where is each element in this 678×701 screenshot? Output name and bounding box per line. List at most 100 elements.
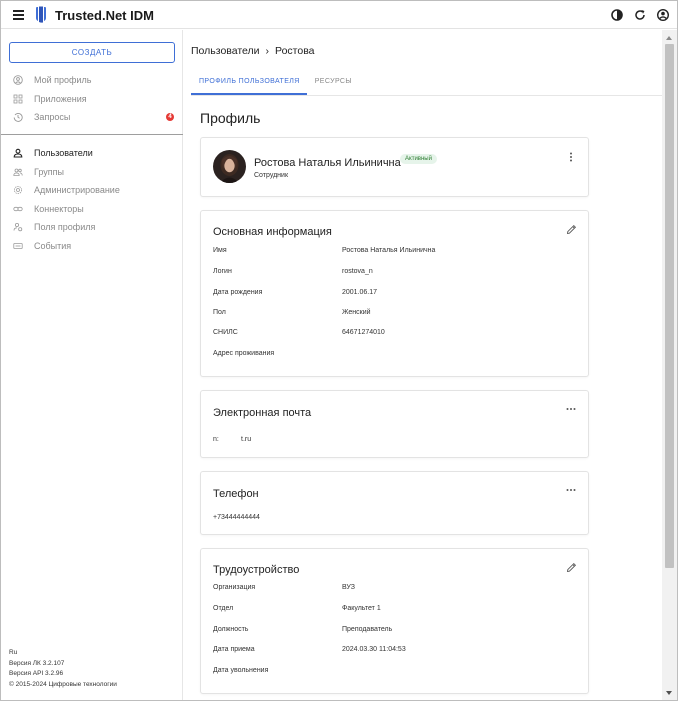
page-title: Профиль [200, 110, 261, 126]
field-label: Организация [213, 584, 256, 591]
grid-icon [13, 94, 23, 104]
sidebar-item-label: Администрирование [34, 185, 120, 196]
person-role: Сотрудник [254, 172, 289, 179]
sidebar-item-label: Приложения [34, 93, 87, 104]
sidebar-nav-top: Мой профиль Приложения Запросы 4 [1, 71, 183, 127]
sidebar-item-users[interactable]: Пользователи [1, 144, 183, 163]
lk-version: Версия ЛК 3.2.107 [9, 659, 65, 667]
logo-icon [36, 6, 46, 23]
fields-icon [13, 222, 23, 232]
more-horizontal-icon[interactable] [565, 403, 577, 415]
account-icon[interactable] [656, 8, 669, 21]
user-circle-icon [13, 75, 23, 86]
top-bar: Trusted.Net IDM [1, 1, 677, 29]
sidebar-item-label: Поля профиля [34, 222, 96, 233]
sidebar-item-label: События [34, 240, 72, 251]
sidebar-item-label: Пользователи [34, 148, 93, 159]
field-label: Дата рождения [213, 289, 263, 296]
email-card: Электронная почта n: t.ru [200, 390, 589, 458]
sidebar-item-my-profile[interactable]: Мой профиль [1, 71, 183, 90]
sidebar-item-applications[interactable]: Приложения [1, 90, 183, 109]
phone-card: Телефон +73444444444 [200, 471, 589, 535]
field-label: Дата приема [213, 646, 255, 653]
sidebar-item-administration[interactable]: Администрирование [1, 181, 183, 200]
sidebar-nav-admin: Пользователи Группы Администрирование Ко… [1, 144, 183, 255]
breadcrumb-separator-icon: › [265, 45, 270, 57]
sidebar-item-label: Мой профиль [34, 75, 92, 86]
field-value: 2024.03.30 11:04:53 [342, 646, 406, 653]
field-label: Отдел [213, 605, 234, 612]
field-label: Логин [213, 268, 232, 275]
sidebar-item-profile-fields[interactable]: Поля профиля [1, 218, 183, 237]
more-horizontal-icon[interactable] [565, 484, 577, 496]
field-value: rostova_n [342, 268, 373, 275]
field-value: Ростова Наталья Ильинична [342, 247, 436, 254]
field-label: Дата увольнения [213, 667, 269, 674]
edit-icon[interactable] [565, 223, 577, 235]
tab-user-profile[interactable]: ПРОФИЛЬ ПОЛЬЗОВАТЕЛЯ [191, 74, 307, 95]
more-vertical-icon[interactable] [565, 151, 577, 163]
field-value: 64671274010 [342, 329, 385, 336]
card-title: Телефон [213, 488, 259, 500]
tabs-divider [191, 95, 662, 96]
sidebar-divider [1, 134, 183, 135]
phone-value: +73444444444 [213, 514, 260, 521]
field-label: СНИЛС [213, 329, 238, 336]
field-label: Имя [213, 247, 227, 254]
field-label: Должность [213, 626, 249, 633]
theme-toggle-icon[interactable] [610, 8, 623, 21]
tab-resources[interactable]: РЕСУРСЫ [307, 74, 359, 95]
sidebar-item-label: Группы [34, 166, 64, 177]
vertical-scrollbar[interactable] [662, 30, 677, 700]
language-switch[interactable]: Ru [9, 648, 117, 659]
card-title: Трудоустройство [213, 564, 300, 576]
email-value: n: [213, 436, 219, 443]
avatar [213, 150, 246, 183]
sidebar: СОЗДАТЬ Мой профиль Приложения Запросы 4… [1, 30, 183, 700]
scrollbar-thumb[interactable] [665, 44, 674, 568]
sidebar-footer: Ru Версия ЛК 3.2.107 Версия API 3.2.96 ©… [9, 648, 117, 690]
scroll-down-icon[interactable] [666, 691, 672, 695]
group-icon [13, 167, 23, 177]
card-title: Электронная почта [213, 407, 312, 419]
breadcrumb: Пользователи › Ростова [191, 45, 315, 57]
employment-card: Трудоустройство Организация ВУЗ Отдел Фа… [200, 548, 589, 694]
main-content: Пользователи › Ростова ПРОФИЛЬ ПОЛЬЗОВАТ… [184, 30, 662, 700]
history-icon [13, 112, 23, 123]
tabs: ПРОФИЛЬ ПОЛЬЗОВАТЕЛЯ РЕСУРСЫ [191, 74, 359, 95]
create-button[interactable]: СОЗДАТЬ [9, 42, 175, 63]
menu-icon[interactable] [13, 10, 24, 20]
field-label: Пол [213, 309, 226, 316]
list-icon [13, 241, 23, 251]
field-value: Преподаватель [342, 626, 393, 633]
sidebar-item-events[interactable]: События [1, 237, 183, 256]
user-icon [13, 148, 23, 158]
breadcrumb-current: Ростова [275, 45, 315, 57]
sidebar-item-connectors[interactable]: Коннекторы [1, 200, 183, 219]
scroll-up-icon[interactable] [666, 36, 672, 40]
edit-icon[interactable] [565, 561, 577, 573]
basic-info-card: Основная информация Имя Ростова Наталья … [200, 210, 589, 377]
refresh-icon[interactable] [633, 8, 646, 21]
field-value: 2001.06.17 [342, 289, 378, 296]
field-value: ВУЗ [342, 584, 355, 591]
gear-icon [13, 185, 23, 195]
link-icon [13, 204, 23, 214]
app-title: Trusted.Net IDM [55, 8, 154, 23]
person-name: Ростова Наталья Ильинична [254, 157, 401, 169]
field-label: Адрес проживания [213, 350, 275, 357]
sidebar-item-requests[interactable]: Запросы 4 [1, 108, 183, 127]
profile-card: Ростова Наталья Ильинична Сотрудник Акти… [200, 137, 589, 197]
field-value: Женский [342, 309, 371, 316]
breadcrumb-parent[interactable]: Пользователи [191, 45, 260, 57]
app-window: Trusted.Net IDM СОЗДАТЬ Мой профиль Прил… [0, 0, 678, 701]
field-value: Факультет 1 [342, 605, 381, 612]
status-badge: Активный [400, 154, 437, 164]
sidebar-item-label: Коннекторы [34, 203, 84, 214]
sidebar-item-label: Запросы [34, 112, 71, 123]
requests-count-badge: 4 [166, 113, 174, 121]
copyright: © 2015-2024 Цифровые технологии [9, 680, 117, 688]
card-title: Основная информация [213, 226, 332, 238]
api-version: Версия API 3.2.96 [9, 670, 64, 677]
sidebar-item-groups[interactable]: Группы [1, 163, 183, 182]
